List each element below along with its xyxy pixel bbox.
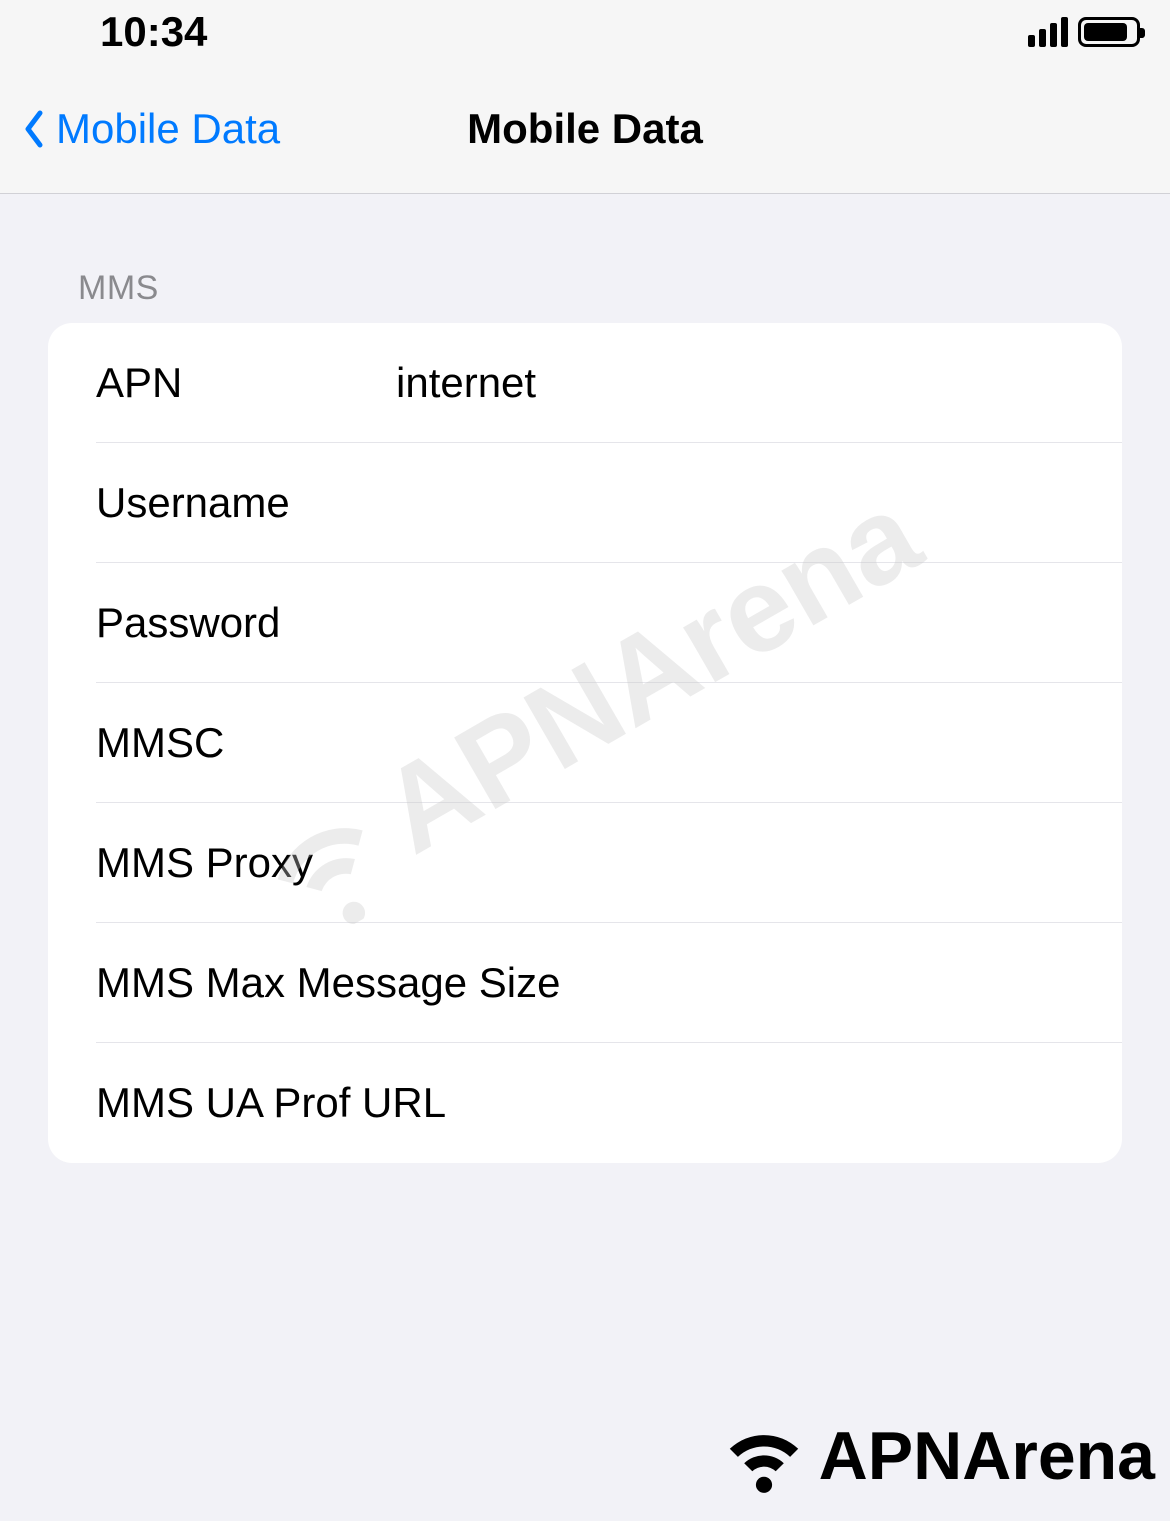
- username-input[interactable]: [336, 479, 1092, 527]
- footer-logo-text: APNArena: [819, 1417, 1155, 1495]
- page-title: Mobile Data: [467, 105, 703, 153]
- content-area: MMS APN Username Password MMSC: [0, 194, 1170, 1163]
- username-row[interactable]: Username: [48, 443, 1122, 563]
- navigation-bar: Mobile Data Mobile Data: [0, 64, 1170, 194]
- mms-max-label: MMS Max Message Size: [96, 959, 1092, 1007]
- mms-ua-label: MMS UA Prof URL: [96, 1079, 1092, 1127]
- password-label: Password: [96, 599, 336, 647]
- mmsc-label: MMSC: [96, 719, 336, 767]
- mms-proxy-label: MMS Proxy: [96, 839, 336, 887]
- mmsc-row[interactable]: MMSC: [48, 683, 1122, 803]
- chevron-left-icon: [22, 109, 44, 149]
- back-button[interactable]: Mobile Data: [0, 105, 280, 153]
- password-input[interactable]: [336, 599, 1092, 647]
- mms-proxy-row[interactable]: MMS Proxy: [48, 803, 1122, 923]
- wifi-icon: [719, 1411, 809, 1501]
- mms-ua-row[interactable]: MMS UA Prof URL: [48, 1043, 1122, 1163]
- mms-max-row[interactable]: MMS Max Message Size: [48, 923, 1122, 1043]
- status-icons: [1028, 17, 1140, 47]
- battery-icon: [1078, 17, 1140, 47]
- footer-logo: APNArena: [719, 1411, 1155, 1501]
- status-bar: 10:34: [0, 0, 1170, 64]
- back-label: Mobile Data: [56, 105, 280, 153]
- apn-input[interactable]: [336, 359, 1092, 407]
- mms-proxy-input[interactable]: [336, 839, 1092, 887]
- username-label: Username: [96, 479, 336, 527]
- section-header-mms: MMS: [48, 194, 1122, 323]
- password-row[interactable]: Password: [48, 563, 1122, 683]
- apn-row[interactable]: APN: [48, 323, 1122, 443]
- cellular-signal-icon: [1028, 17, 1068, 47]
- mms-settings-group: APN Username Password MMSC MMS P: [48, 323, 1122, 1163]
- apn-label: APN: [96, 359, 336, 407]
- status-time: 10:34: [100, 8, 207, 56]
- mmsc-input[interactable]: [336, 719, 1092, 767]
